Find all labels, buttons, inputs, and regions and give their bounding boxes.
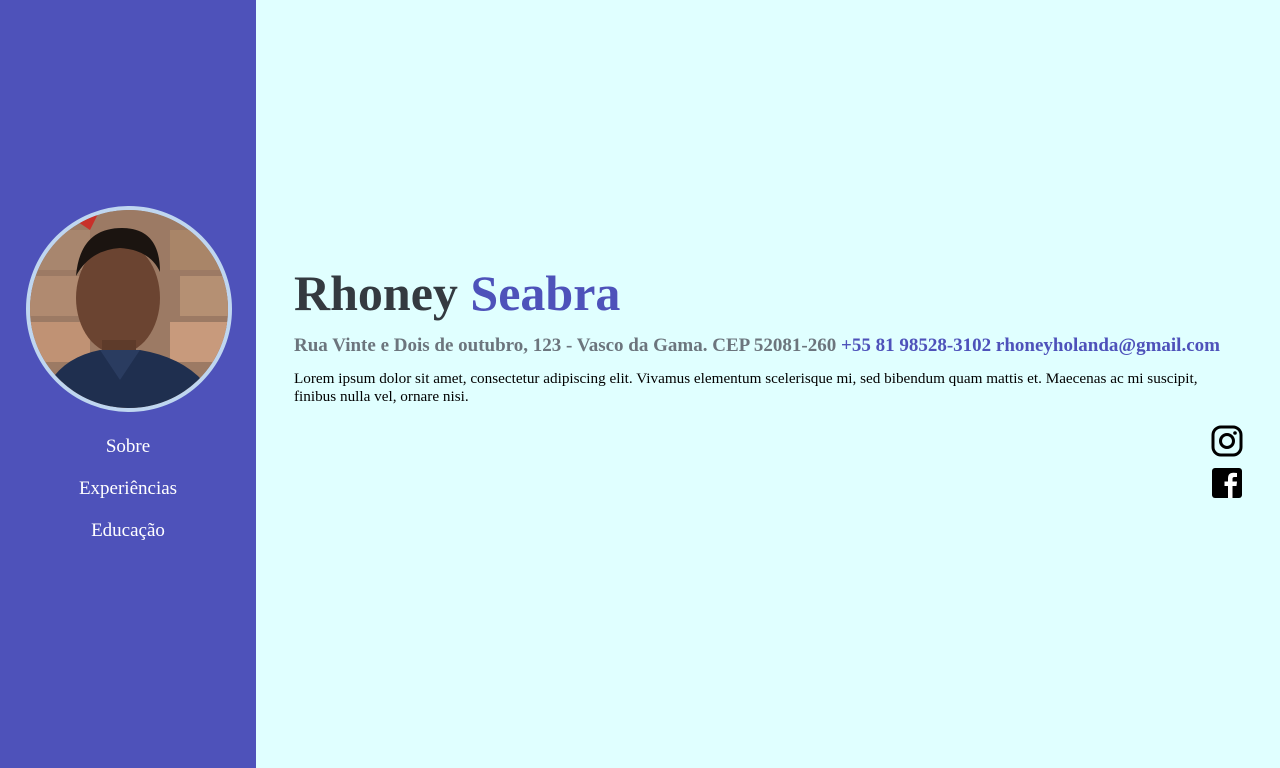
nav-link-sobre[interactable]: Sobre bbox=[106, 436, 150, 457]
nav-link-experiencias[interactable]: Experiências bbox=[79, 478, 177, 499]
page: Sobre Experiências Educação Rhoney Seabr… bbox=[0, 0, 1280, 768]
nav-item-educacao: Educação bbox=[0, 516, 256, 558]
social-links bbox=[1211, 425, 1243, 509]
facebook-icon bbox=[1212, 468, 1242, 498]
profile-photo-icon bbox=[30, 210, 228, 408]
nav-item-experiencias: Experiências bbox=[0, 474, 256, 516]
about-section: Rhoney Seabra Rua Vinte e Dois de outubr… bbox=[294, 262, 1220, 406]
about-text: Lorem ipsum dolor sit amet, consectetur … bbox=[294, 370, 1198, 405]
phone-link[interactable]: +55 81 98528-3102 bbox=[841, 335, 991, 356]
last-name: Seabra bbox=[470, 265, 621, 321]
email-link[interactable]: rhoneyholanda@gmail.com bbox=[996, 335, 1220, 356]
sidebar: Sobre Experiências Educação bbox=[0, 0, 256, 768]
facebook-link[interactable] bbox=[1211, 467, 1243, 499]
profile-name: Rhoney Seabra bbox=[294, 262, 1214, 324]
instagram-link[interactable] bbox=[1211, 425, 1243, 457]
nav-link-educacao[interactable]: Educação bbox=[91, 520, 165, 541]
contact-line: Rua Vinte e Dois de outubro, 123 - Vasco… bbox=[294, 334, 1220, 358]
first-name: Rhoney bbox=[294, 265, 458, 321]
address: Rua Vinte e Dois de outubro, 123 - Vasco… bbox=[294, 335, 842, 356]
nav-item-sobre: Sobre bbox=[0, 432, 256, 474]
profile-avatar bbox=[26, 206, 232, 412]
instagram-icon bbox=[1211, 425, 1243, 457]
sidebar-nav: Sobre Experiências Educação bbox=[0, 432, 256, 558]
